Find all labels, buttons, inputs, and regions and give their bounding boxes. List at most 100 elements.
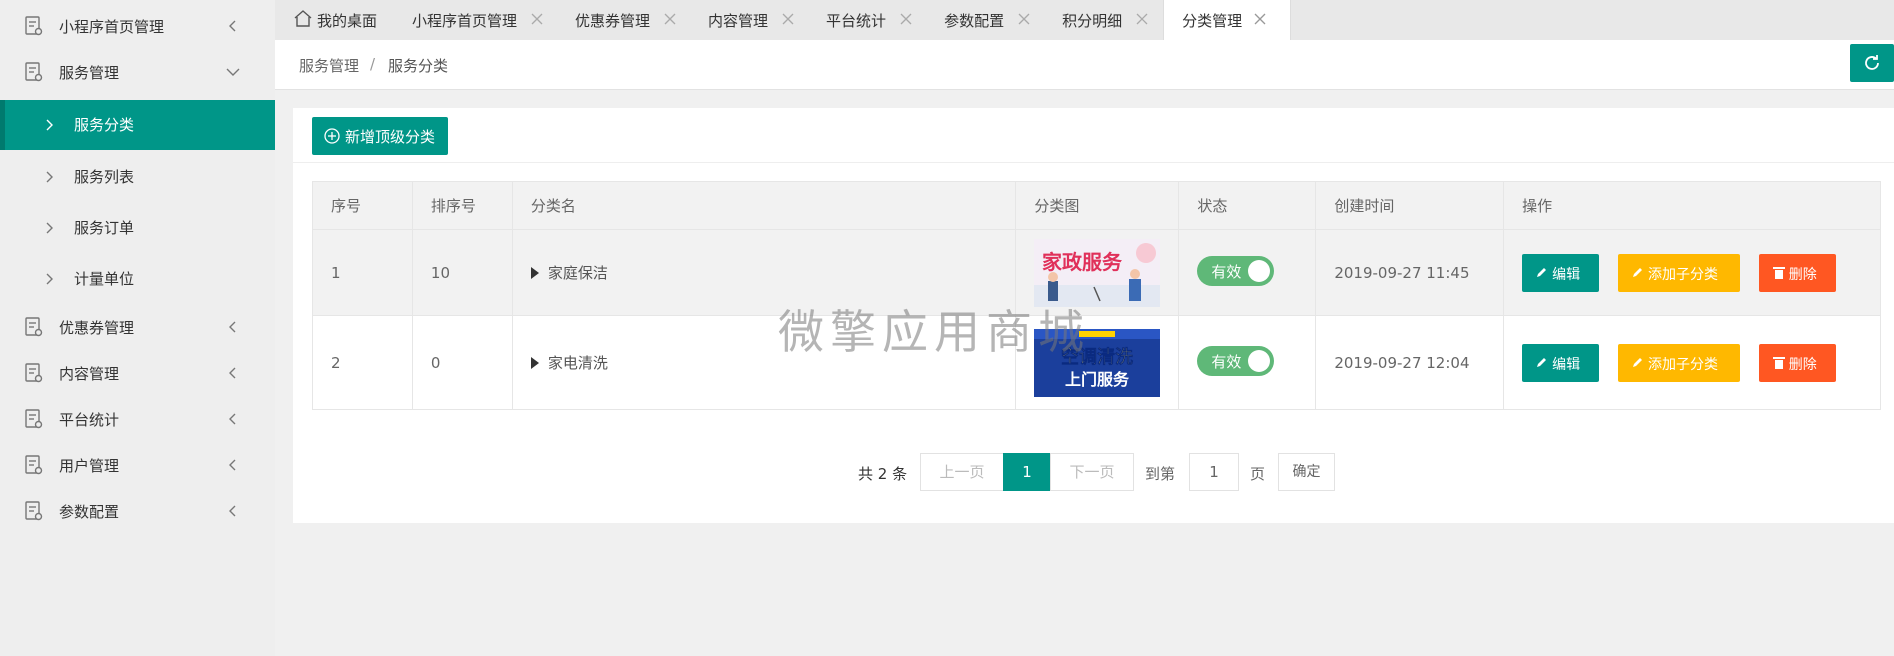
sidebar-group-settings[interactable]: 参数配置 — [0, 488, 275, 534]
delete-button[interactable]: 删除 — [1758, 253, 1836, 292]
add-top-category-button[interactable]: 新增顶级分类 — [312, 117, 448, 155]
tab-miniapp-home[interactable]: 小程序首页管理 — [395, 0, 558, 40]
column-header: 序号 — [312, 181, 413, 230]
sidebar-item-label: 计量单位 — [74, 270, 135, 288]
chevron-left-icon — [229, 321, 236, 333]
tab-settings[interactable]: 参数配置 — [927, 0, 1045, 40]
add-child-label: 添加子分类 — [1647, 266, 1718, 283]
delete-label: 删除 — [1788, 266, 1817, 283]
breadcrumb-current: 服务分类 — [388, 57, 449, 75]
refresh-button[interactable] — [1850, 44, 1894, 82]
cell-image: 家政服务 — [1015, 229, 1180, 316]
expand-triangle-icon[interactable] — [530, 267, 539, 279]
category-image: 家政服务 — [1034, 238, 1161, 307]
chevron-right-icon — [46, 119, 53, 131]
sidebar-item-label: 服务订单 — [74, 219, 135, 237]
sidebar-group-coupons[interactable]: 优惠券管理 — [0, 304, 275, 350]
cell-name[interactable]: 家庭保洁 — [511, 229, 1017, 316]
cell-image: 空调清洗 上门服务 — [1015, 315, 1180, 410]
divider — [293, 162, 1894, 163]
current-page-button[interactable]: 1 — [1003, 453, 1051, 491]
pencil-icon — [1537, 357, 1547, 367]
sidebar-group-miniapp-home[interactable]: 小程序首页管理 — [0, 3, 275, 49]
delete-button[interactable]: 删除 — [1758, 343, 1836, 382]
status-toggle[interactable]: 有效 — [1197, 345, 1275, 376]
sidebar-item-service-orders[interactable]: 服务订单 — [0, 203, 275, 253]
breadcrumb: 服务管理 / 服务分类 — [275, 40, 1894, 90]
cell-index: 2 — [312, 315, 413, 410]
trash-icon — [1772, 266, 1785, 279]
tab-bar: 我的桌面 小程序首页管理 优惠券管理 内容管理 平台统计 参数配置 积分明细 分… — [275, 0, 1894, 40]
sidebar-group-label: 服务管理 — [59, 63, 120, 82]
sidebar: 小程序首页管理 服务管理 服务分类 服务列表 服务订单 计量单位 优惠券管理 内… — [0, 0, 275, 656]
chevron-right-icon — [46, 222, 53, 234]
pencil-icon — [1632, 357, 1642, 367]
edit-button[interactable]: 编辑 — [1522, 253, 1600, 292]
cell-actions: 编辑 添加子分类 删除 — [1503, 315, 1881, 410]
pagination-total: 共 2 条 — [858, 465, 908, 483]
expand-triangle-icon[interactable] — [530, 357, 539, 369]
column-header: 分类图 — [1015, 181, 1180, 230]
sidebar-group-content[interactable]: 内容管理 — [0, 350, 275, 396]
cell-index: 1 — [312, 229, 413, 316]
breadcrumb-parent[interactable]: 服务管理 — [299, 55, 359, 76]
document-icon — [25, 363, 43, 383]
close-icon[interactable] — [1253, 12, 1267, 26]
close-icon[interactable] — [663, 12, 677, 26]
column-header: 状态 — [1178, 181, 1317, 230]
tab-points[interactable]: 积分明细 — [1045, 0, 1163, 40]
table-row: 1 10 家庭保洁 家政服务 有效 2019-09-27 11:45 编辑 添加… — [312, 229, 1881, 316]
sidebar-group-users[interactable]: 用户管理 — [0, 442, 275, 488]
add-child-label: 添加子分类 — [1647, 356, 1718, 373]
prev-page-button[interactable]: 上一页 — [920, 453, 1004, 491]
category-table: 序号 排序号 分类名 分类图 状态 创建时间 操作 1 10 家庭保洁 家政服务… — [312, 181, 1881, 410]
status-label: 有效 — [1211, 262, 1242, 281]
page-number-input[interactable] — [1189, 453, 1239, 491]
cell-created: 2019-09-27 12:04 — [1315, 315, 1505, 410]
confirm-page-button[interactable]: 确定 — [1278, 453, 1335, 491]
close-icon[interactable] — [781, 12, 795, 26]
sidebar-item-units[interactable]: 计量单位 — [0, 254, 275, 304]
add-child-button[interactable]: 添加子分类 — [1617, 253, 1740, 292]
pencil-icon — [1537, 267, 1547, 277]
sidebar-group-stats[interactable]: 平台统计 — [0, 396, 275, 442]
column-header: 排序号 — [411, 181, 513, 230]
close-icon[interactable] — [530, 12, 544, 26]
refresh-icon — [1865, 55, 1879, 70]
status-label: 有效 — [1211, 352, 1242, 371]
tab-desktop[interactable]: 我的桌面 — [275, 0, 395, 40]
edit-button[interactable]: 编辑 — [1522, 343, 1600, 382]
close-icon[interactable] — [1017, 12, 1031, 26]
tab-stats[interactable]: 平台统计 — [809, 0, 927, 40]
column-header: 操作 — [1503, 181, 1881, 230]
close-icon[interactable] — [1135, 12, 1149, 26]
status-toggle[interactable]: 有效 — [1197, 255, 1275, 286]
chevron-left-icon — [229, 505, 236, 517]
trash-icon — [1772, 356, 1785, 369]
chevron-right-icon — [46, 171, 53, 183]
image-caption: 家政服务 — [1042, 250, 1123, 274]
chevron-left-icon — [229, 459, 236, 471]
sidebar-item-service-list[interactable]: 服务列表 — [0, 152, 275, 202]
tab-label: 我的桌面 — [317, 12, 378, 30]
sidebar-item-service-category[interactable]: 服务分类 — [0, 100, 275, 150]
cell-status: 有效 — [1178, 229, 1317, 316]
sidebar-group-label: 参数配置 — [59, 502, 120, 521]
tab-content[interactable]: 内容管理 — [691, 0, 809, 40]
tab-label: 小程序首页管理 — [412, 12, 518, 30]
goto-label: 到第 — [1145, 465, 1176, 483]
cell-created: 2019-09-27 11:45 — [1315, 229, 1505, 316]
tab-coupons[interactable]: 优惠券管理 — [558, 0, 691, 40]
add-child-button[interactable]: 添加子分类 — [1617, 343, 1740, 382]
next-page-button[interactable]: 下一页 — [1050, 453, 1134, 491]
edit-label: 编辑 — [1552, 266, 1581, 283]
chevron-left-icon — [229, 413, 236, 425]
sidebar-group-service[interactable]: 服务管理 — [0, 49, 275, 95]
close-icon[interactable] — [899, 12, 913, 26]
tab-category-manage[interactable]: 分类管理 — [1163, 0, 1292, 40]
tab-label: 积分明细 — [1062, 12, 1123, 30]
toggle-knob — [1248, 259, 1271, 282]
document-icon — [25, 16, 43, 36]
cell-name[interactable]: 家电清洗 — [511, 315, 1017, 410]
document-icon — [25, 62, 43, 82]
